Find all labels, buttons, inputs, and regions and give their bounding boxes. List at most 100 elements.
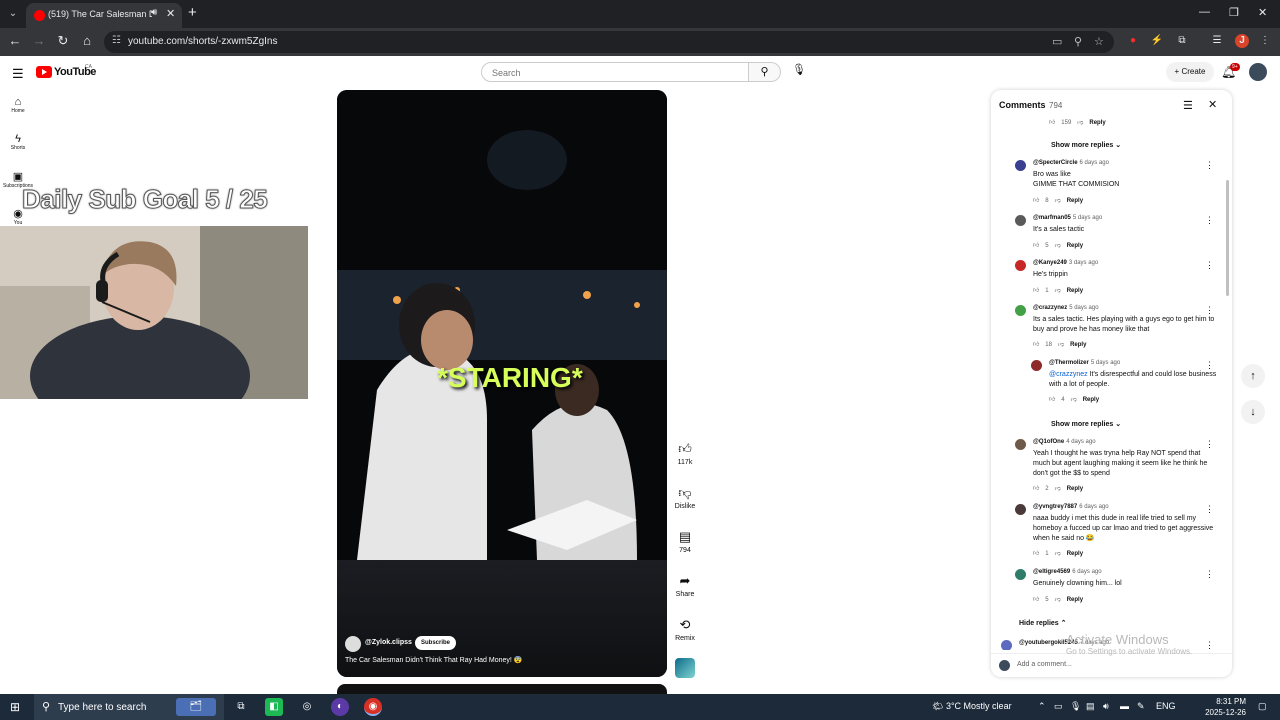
previous-short-arrow-icon[interactable]: ↑ [1241,364,1265,388]
commenter-avatar[interactable] [1001,640,1012,650]
add-comment-bar[interactable]: Add a comment... [991,653,1232,677]
subscribe-button[interactable]: Subscribe [415,636,457,650]
microphone-icon[interactable]: 🎙︎ [1070,701,1081,712]
like-icon[interactable]: 👍︎ [1033,486,1039,492]
commenter-avatar[interactable] [1031,360,1042,371]
commenter-avatar[interactable] [1015,215,1026,226]
reload-icon[interactable]: ↻ [54,33,72,49]
tab-search-chevron-icon[interactable]: ⌄ [4,5,22,23]
comments-button[interactable]: ▤ 794 [672,529,698,554]
profile-avatar-icon[interactable]: J [1235,34,1249,48]
commenter-handle[interactable]: @SpecterCircle 6 days ago [1033,160,1109,166]
hamburger-menu-icon[interactable]: ☰ [12,66,24,82]
dislike-icon[interactable]: 👎︎ [1055,486,1061,492]
volume-icon[interactable]: 🔊︎ [1103,701,1109,712]
dislike-icon[interactable]: 👎︎ [1055,288,1061,294]
commenter-avatar[interactable] [1015,439,1026,450]
browser-tab[interactable]: (519) The Car Salesman Didn't 🔊︎ ✕ [26,3,182,28]
mention-link[interactable]: @crazzynez [1049,371,1088,378]
hide-replies-button[interactable]: Hide replies ⌃ [1019,619,1067,627]
like-icon[interactable]: 👍︎ [1033,243,1039,249]
comment-menu-icon[interactable]: ⋮ [1205,569,1214,580]
guide-item-home[interactable]: ⌂ Home [0,96,36,114]
commenter-handle[interactable]: @marfman05 5 days ago [1033,215,1102,221]
like-icon[interactable]: 👍︎ [1033,288,1039,294]
dislike-button[interactable]: 👎︎ Dislike [672,485,698,510]
search-button[interactable]: ⚲ [749,62,781,82]
comment-menu-icon[interactable]: ⋮ [1205,439,1214,450]
search-highlights-icon[interactable]: 🗂︎ [176,698,216,716]
new-tab-icon[interactable]: + [188,4,197,21]
reply-button[interactable]: Reply [1067,486,1083,492]
extension-record-icon[interactable]: ● [1126,34,1140,48]
reply-button[interactable]: Reply [1067,288,1083,294]
reply-button[interactable]: Reply [1067,198,1083,204]
commenter-avatar[interactable] [1015,305,1026,316]
cast-icon[interactable]: ▭ [1052,35,1062,48]
network-icon[interactable]: ▤ [1086,701,1095,712]
browser-menu-icon[interactable]: ⋮ [1258,34,1272,48]
chrome-icon[interactable]: ◉ [364,698,382,716]
commenter-avatar[interactable] [1015,260,1026,271]
language-indicator[interactable]: ENG [1156,701,1176,711]
back-icon[interactable]: ← [6,33,24,48]
share-button[interactable]: ➦ Share [672,573,698,598]
app-icon-purple[interactable]: ◐ [331,698,349,716]
restore-icon[interactable]: ❐ [1229,6,1239,19]
dislike-icon[interactable]: 👎︎ [1055,597,1061,603]
window-close-icon[interactable]: ✕ [1258,6,1267,19]
channel-name[interactable]: @Zylok.clipss [365,639,412,646]
extension-icon[interactable]: ⚡ [1150,34,1164,48]
like-icon[interactable]: 👍︎ [1033,551,1039,557]
app-icon-capture[interactable]: ◎ [298,698,316,716]
remix-button[interactable]: ⟲ Remix [672,617,698,642]
commenter-avatar[interactable] [1015,569,1026,580]
site-info-icon[interactable]: ☷ [112,35,121,46]
dislike-icon[interactable]: 👎︎ [1071,397,1077,403]
close-panel-icon[interactable]: ✕ [1208,98,1217,111]
dislike-icon[interactable]: 👎︎ [1055,243,1061,249]
voice-search-mic-icon[interactable]: 🎙︎ [790,63,808,81]
next-short-preview[interactable] [337,684,667,694]
like-icon[interactable]: 👍︎ [1033,597,1039,603]
pen-icon[interactable]: ✎ [1137,701,1145,712]
show-more-replies-button[interactable]: Show more replies ⌄ [1051,420,1121,428]
sound-thumbnail[interactable] [675,658,695,678]
dislike-icon[interactable]: 👎︎ [1058,342,1064,348]
zoom-icon[interactable]: ⚲ [1074,35,1082,48]
show-more-replies-button[interactable]: Show more replies ⌄ [1051,141,1121,149]
taskbar-clock[interactable]: 8:31 PM 2025-12-26 [1196,696,1246,718]
commenter-avatar[interactable] [1015,160,1026,171]
reading-list-icon[interactable]: ☰ [1210,34,1224,48]
extensions-puzzle-icon[interactable]: ⧉ [1175,34,1189,48]
battery-icon[interactable]: ▬ [1120,701,1129,711]
reply-button[interactable]: Reply [1067,243,1083,249]
close-tab-icon[interactable]: ✕ [166,7,175,20]
reply-button[interactable]: Reply [1083,397,1099,403]
comment-menu-icon[interactable]: ⋮ [1205,360,1214,371]
search-input[interactable] [482,64,748,82]
comments-scrollbar[interactable] [1226,180,1229,296]
sort-comments-icon[interactable]: ☰ [1183,99,1193,112]
tray-app-icon[interactable]: ▭ [1054,701,1063,712]
tray-chevron-icon[interactable]: ⌃ [1038,701,1046,712]
reply-button[interactable]: Reply [1067,551,1083,557]
short-video-player[interactable]: *STARING* @Zylok.clipss Subscribe The Ca… [337,90,667,677]
like-icon[interactable]: 👍︎ [1033,198,1039,204]
bookmark-star-icon[interactable]: ☆ [1094,35,1104,48]
reply-button[interactable]: Reply [1089,120,1105,126]
notifications-icon[interactable]: ▢ [1258,701,1267,712]
search-box[interactable] [481,62,749,82]
comment-menu-icon[interactable]: ⋮ [1205,305,1214,316]
speaker-icon[interactable]: 🔊︎ [151,7,157,18]
comment-menu-icon[interactable]: ⋮ [1205,215,1214,226]
like-icon[interactable]: 👍︎ [1049,397,1055,403]
dislike-icon[interactable]: 👎︎ [1055,551,1061,557]
reply-button[interactable]: Reply [1070,342,1086,348]
app-icon-green[interactable]: ◧ [265,698,283,716]
create-button[interactable]: + Create [1166,62,1214,82]
video-title[interactable]: The Car Salesman Didn't Think That Ray H… [345,656,522,664]
commenter-avatar[interactable] [1015,504,1026,515]
commenter-handle[interactable]: @Kanye249 3 days ago [1033,260,1098,266]
forward-icon[interactable]: → [30,33,48,48]
